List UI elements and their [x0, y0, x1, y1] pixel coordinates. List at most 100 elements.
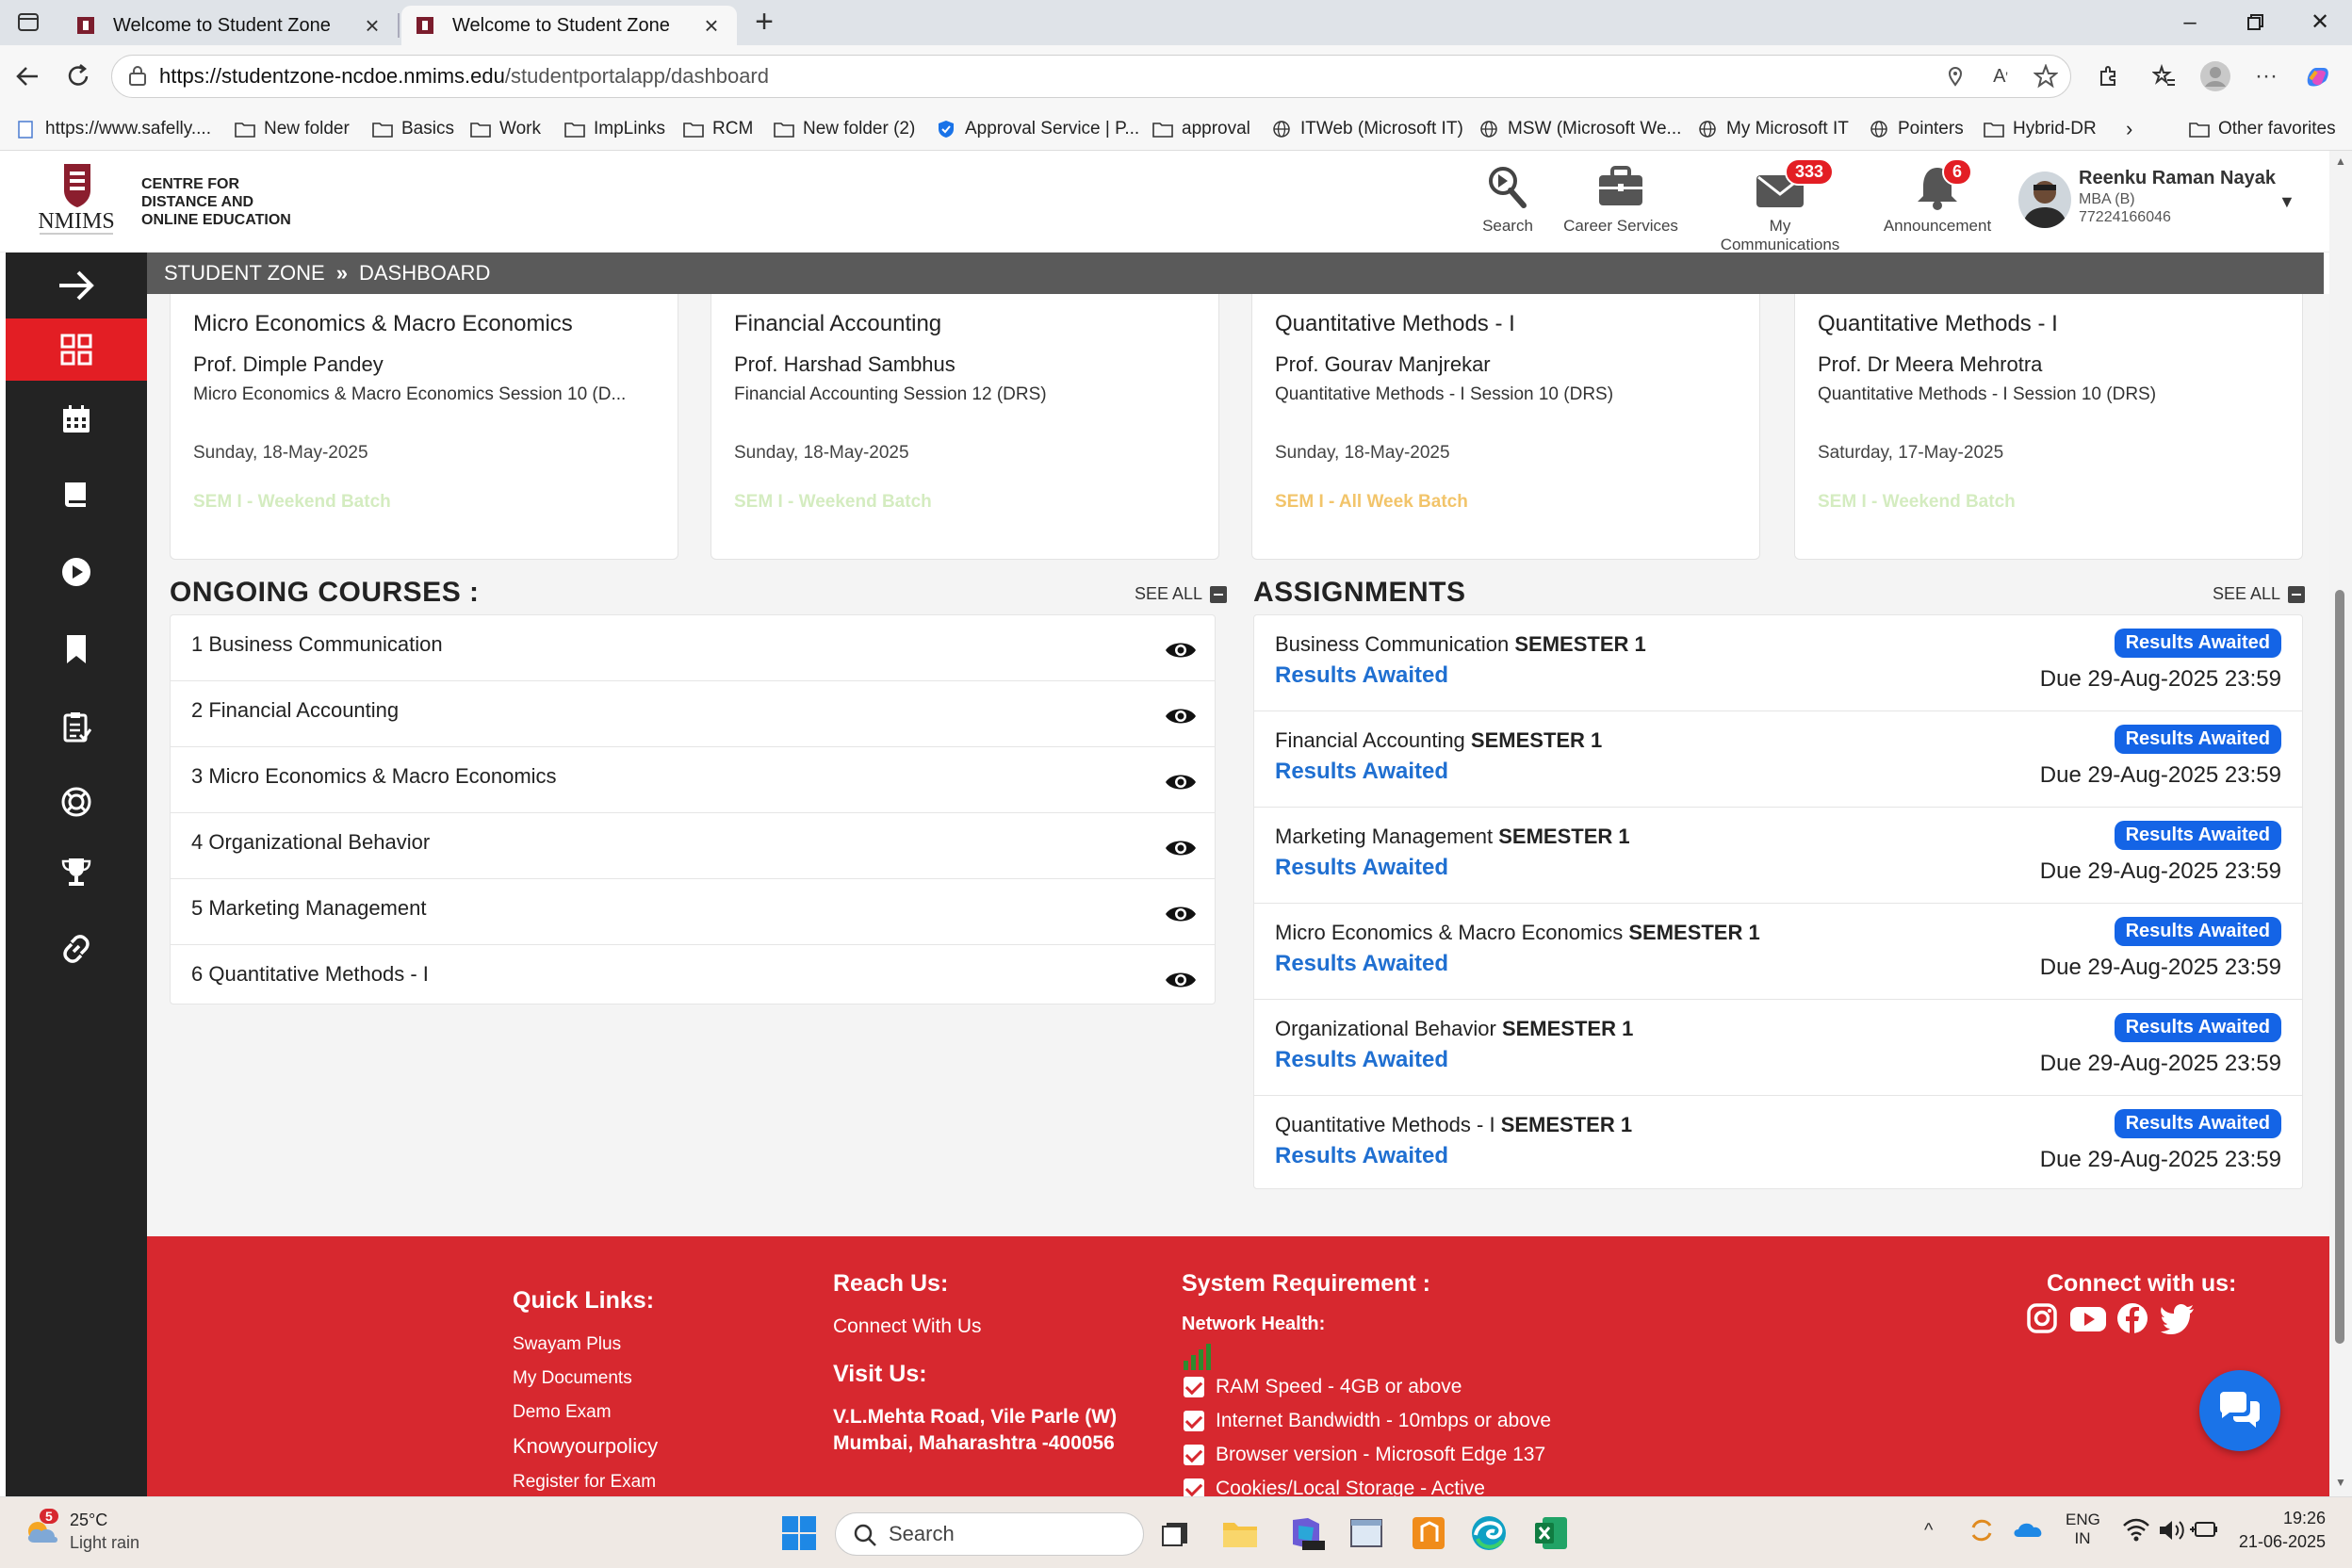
bookmark-folder[interactable]: Work [469, 115, 541, 143]
youtube-icon[interactable] [2069, 1302, 2107, 1334]
footer-link[interactable]: Register for Exam [513, 1472, 656, 1493]
assignment-status-link[interactable]: Results Awaited [1275, 759, 1448, 785]
onedrive-icon[interactable] [2013, 1518, 2045, 1541]
m365-icon[interactable] [1283, 1511, 1329, 1556]
bookmark-folder[interactable]: New folder (2) [773, 115, 915, 143]
header-my-communications[interactable]: 333 My Communications [1709, 158, 1851, 254]
bookmark-item[interactable]: My Microsoft IT [1696, 115, 1849, 143]
list-item[interactable]: 3 Micro Economics & Macro Economics [171, 747, 1215, 813]
sidebar-item-links[interactable] [6, 918, 147, 980]
close-window-icon[interactable]: ✕ [2301, 8, 2339, 38]
refresh-icon[interactable] [62, 60, 94, 92]
eye-icon[interactable] [1164, 966, 1198, 994]
bookmark-item[interactable]: https://www.safelly.... [15, 115, 211, 143]
close-tab-icon[interactable]: × [699, 11, 724, 40]
sync-icon[interactable] [1968, 1516, 1996, 1544]
scroll-down-arrow-icon[interactable]: ▼ [2335, 1476, 2346, 1489]
scroll-up-arrow-icon[interactable]: ▲ [2335, 155, 2346, 168]
scrollbar-thumb[interactable] [2335, 590, 2344, 1344]
clock[interactable]: 19:26 21-06-2025 [2237, 1509, 2326, 1552]
connect-with-us-link[interactable]: Connect With Us [833, 1315, 982, 1338]
start-button[interactable] [776, 1511, 822, 1556]
browser-tab-1[interactable]: Welcome to Student Zone × [62, 6, 400, 45]
list-item[interactable]: 4 Organizational Behavior [171, 813, 1215, 879]
assignments-see-all[interactable]: SEE ALL [2213, 584, 2306, 604]
other-favorites-folder[interactable]: Other favorites [2188, 115, 2336, 143]
bookmark-folder[interactable]: Basics [371, 115, 454, 143]
eye-icon[interactable] [1164, 834, 1198, 862]
chat-button[interactable] [2199, 1370, 2280, 1451]
bookmark-folder[interactable]: New folder [234, 115, 350, 143]
more-menu-icon[interactable]: ··· [2250, 60, 2282, 92]
nmims-logo[interactable]: NMIMS [34, 158, 119, 243]
sidebar-item-achievements[interactable] [6, 841, 147, 903]
sidebar-item-videos[interactable] [6, 541, 147, 603]
bookmark-item[interactable]: ITWeb (Microsoft IT) [1270, 115, 1463, 143]
session-card[interactable]: Financial Accounting Prof. Harshad Sambh… [710, 294, 1219, 560]
weather-widget[interactable]: 5 [21, 1509, 66, 1556]
assignment-status-link[interactable]: Results Awaited [1275, 951, 1448, 977]
list-item[interactable]: 6 Quantitative Methods - I [171, 945, 1215, 1011]
sidebar-item-support[interactable] [6, 771, 147, 833]
facebook-icon[interactable] [2116, 1302, 2148, 1334]
header-announcement[interactable]: 6 Announcement [1883, 158, 1992, 236]
assignment-row[interactable]: Organizational Behavior SEMESTER 1 Resul… [1254, 1000, 2302, 1096]
eye-icon[interactable] [1164, 900, 1198, 928]
excel-icon[interactable] [1528, 1511, 1574, 1556]
sidebar-item-calendar[interactable] [6, 388, 147, 450]
eye-icon[interactable] [1164, 768, 1198, 796]
assignment-row[interactable]: Marketing Management SEMESTER 1 Results … [1254, 808, 2302, 904]
sidebar-item-bookmarks[interactable] [6, 618, 147, 680]
read-aloud-icon[interactable]: Aꞌ [1984, 60, 2017, 92]
list-item[interactable]: 2 Financial Accounting [171, 681, 1215, 747]
bookmark-item[interactable]: Approval Service | P... [935, 115, 1139, 143]
assignment-status-link[interactable]: Results Awaited [1275, 1143, 1448, 1169]
site-info-icon[interactable] [127, 66, 148, 87]
browser-tab-2[interactable]: Welcome to Student Zone × [401, 6, 737, 45]
tab-actions-icon[interactable] [17, 11, 41, 34]
assignment-row[interactable]: Financial Accounting SEMESTER 1 Results … [1254, 711, 2302, 808]
bookmark-folder[interactable]: approval [1152, 115, 1250, 143]
bookmark-folder[interactable]: Hybrid-DR [1983, 115, 2097, 143]
sidebar-item-books[interactable] [6, 464, 147, 526]
window-app-icon[interactable] [1344, 1511, 1389, 1556]
session-card[interactable]: Quantitative Methods - I Prof. Dr Meera … [1794, 294, 2303, 560]
location-icon[interactable] [1939, 60, 1971, 92]
address-bar[interactable]: https://studentzone-ncdoe.nmims.edu/stud… [111, 55, 2071, 98]
task-view-icon[interactable] [1153, 1511, 1199, 1556]
courses-see-all[interactable]: SEE ALL [1135, 584, 1228, 604]
volume-icon[interactable] [2158, 1518, 2186, 1543]
sidebar-item-assignments[interactable] [6, 695, 147, 758]
profile-icon[interactable] [2199, 60, 2231, 92]
bookmark-item[interactable]: Pointers [1868, 115, 1964, 143]
show-hidden-icons-chevron-icon[interactable]: ^ [1924, 1520, 1933, 1542]
more-bookmarks-chevron-icon[interactable]: › [2126, 115, 2132, 143]
taskbar-search[interactable]: Search [835, 1512, 1144, 1556]
close-tab-icon[interactable]: × [360, 11, 384, 40]
extensions-icon[interactable] [2092, 60, 2124, 92]
bookmark-folder[interactable]: ImpLinks [564, 115, 665, 143]
footer-link[interactable]: Swayam Plus [513, 1334, 621, 1355]
back-arrow-icon[interactable] [11, 60, 43, 92]
eye-icon[interactable] [1164, 636, 1198, 664]
file-explorer-icon[interactable] [1217, 1511, 1263, 1556]
assignment-row[interactable]: Business Communication SEMESTER 1 Result… [1254, 615, 2302, 711]
header-search[interactable]: Search [1481, 162, 1534, 236]
minimize-icon[interactable]: – [2171, 8, 2209, 38]
bookmark-item[interactable]: MSW (Microsoft We... [1478, 115, 1681, 143]
assignment-status-link[interactable]: Results Awaited [1275, 855, 1448, 881]
language-indicator[interactable]: ENG IN [2066, 1511, 2100, 1548]
favorite-star-icon[interactable] [2030, 60, 2062, 92]
footer-link[interactable]: Demo Exam [513, 1402, 612, 1423]
assignment-status-link[interactable]: Results Awaited [1275, 1047, 1448, 1073]
instagram-icon[interactable] [2026, 1302, 2058, 1334]
edge-browser-icon[interactable] [1466, 1511, 1511, 1556]
user-profile-menu[interactable]: Reenku Raman Nayak MBA (B) 77224166046 ▼ [2018, 168, 2301, 234]
new-tab-button[interactable]: + [750, 6, 778, 38]
session-card[interactable]: Quantitative Methods - I Prof. Gourav Ma… [1251, 294, 1760, 560]
list-item[interactable]: 5 Marketing Management [171, 879, 1215, 945]
restore-icon[interactable] [2235, 8, 2273, 38]
breadcrumb-root[interactable]: STUDENT ZONE [164, 261, 325, 286]
assignment-row[interactable]: Micro Economics & Macro Economics SEMEST… [1254, 904, 2302, 1000]
eye-icon[interactable] [1164, 702, 1198, 730]
